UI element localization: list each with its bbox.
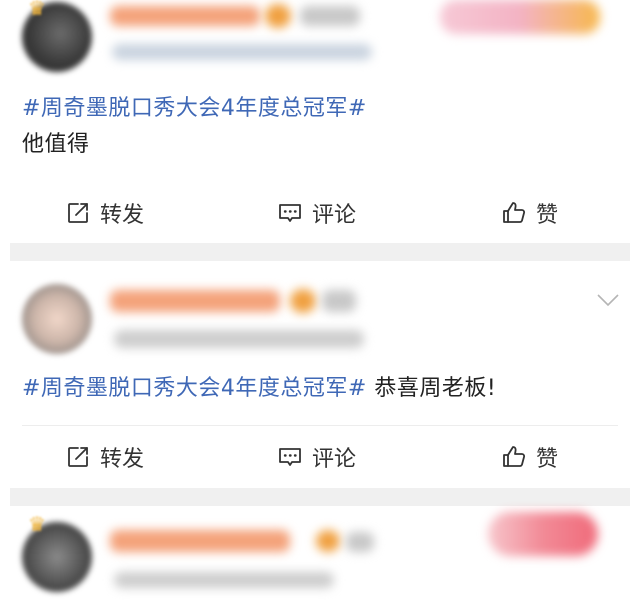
hashtag-link[interactable]: #周奇墨脱口秀大会4年度总冠军# [22,376,367,401]
post-body: 恭喜周老板! [366,376,497,401]
username-blurred[interactable] [110,290,280,312]
verified-badge-icon [316,530,340,552]
repost-label: 转发 [100,447,145,472]
chevron-down-icon[interactable] [594,290,622,310]
thumbs-up-icon [500,199,528,227]
crown-icon: ♛ [28,512,46,536]
thumbs-up-icon [500,443,528,471]
repost-icon [64,199,92,227]
username-blurred[interactable] [110,530,290,552]
post-meta-blurred [112,44,372,60]
like-label: 赞 [536,203,559,228]
comment-icon [276,199,304,227]
post-body: 他值得 [22,132,90,157]
verified-badge-icon [290,289,316,313]
like-button[interactable]: 赞 [500,193,558,233]
repost-label: 转发 [100,203,145,228]
comment-button[interactable]: 评论 [276,437,356,477]
repost-icon [64,443,92,471]
like-label: 赞 [536,447,559,472]
divider [22,425,618,426]
vip-badge [346,532,374,552]
feed-post: ♛ #周奇墨脱口秀大会4年度总冠军# 他值得 转发 评论 赞 [10,0,630,242]
action-bar: 转发 评论 赞 [10,193,630,233]
vip-badge [322,290,356,312]
avatar[interactable] [22,284,92,354]
comment-button[interactable]: 评论 [276,193,356,233]
username-blurred[interactable] [110,6,260,26]
like-button[interactable]: 赞 [500,437,558,477]
repost-button[interactable]: 转发 [64,193,144,233]
post-separator [10,488,630,506]
comment-icon [276,443,304,471]
post-meta-blurred [114,330,364,348]
verified-badge-icon [265,4,291,28]
post-body-line: #周奇墨脱口秀大会4年度总冠军# 恭喜周老板! [22,374,496,404]
weibo-feed: ♛ #周奇墨脱口秀大会4年度总冠军# 他值得 转发 评论 赞 #周奇墨脱口秀大会… [10,0,630,602]
post-separator [10,243,630,261]
profile-decoration [440,0,600,34]
crown-icon: ♛ [28,0,46,20]
profile-decoration [488,512,598,556]
repost-button[interactable]: 转发 [64,437,144,477]
vip-badge [300,6,360,26]
action-bar: 转发 评论 赞 [10,437,630,477]
post-meta-blurred [114,572,334,588]
comment-label: 评论 [312,203,357,228]
hashtag-link[interactable]: #周奇墨脱口秀大会4年度总冠军# [22,94,367,124]
comment-label: 评论 [312,447,357,472]
